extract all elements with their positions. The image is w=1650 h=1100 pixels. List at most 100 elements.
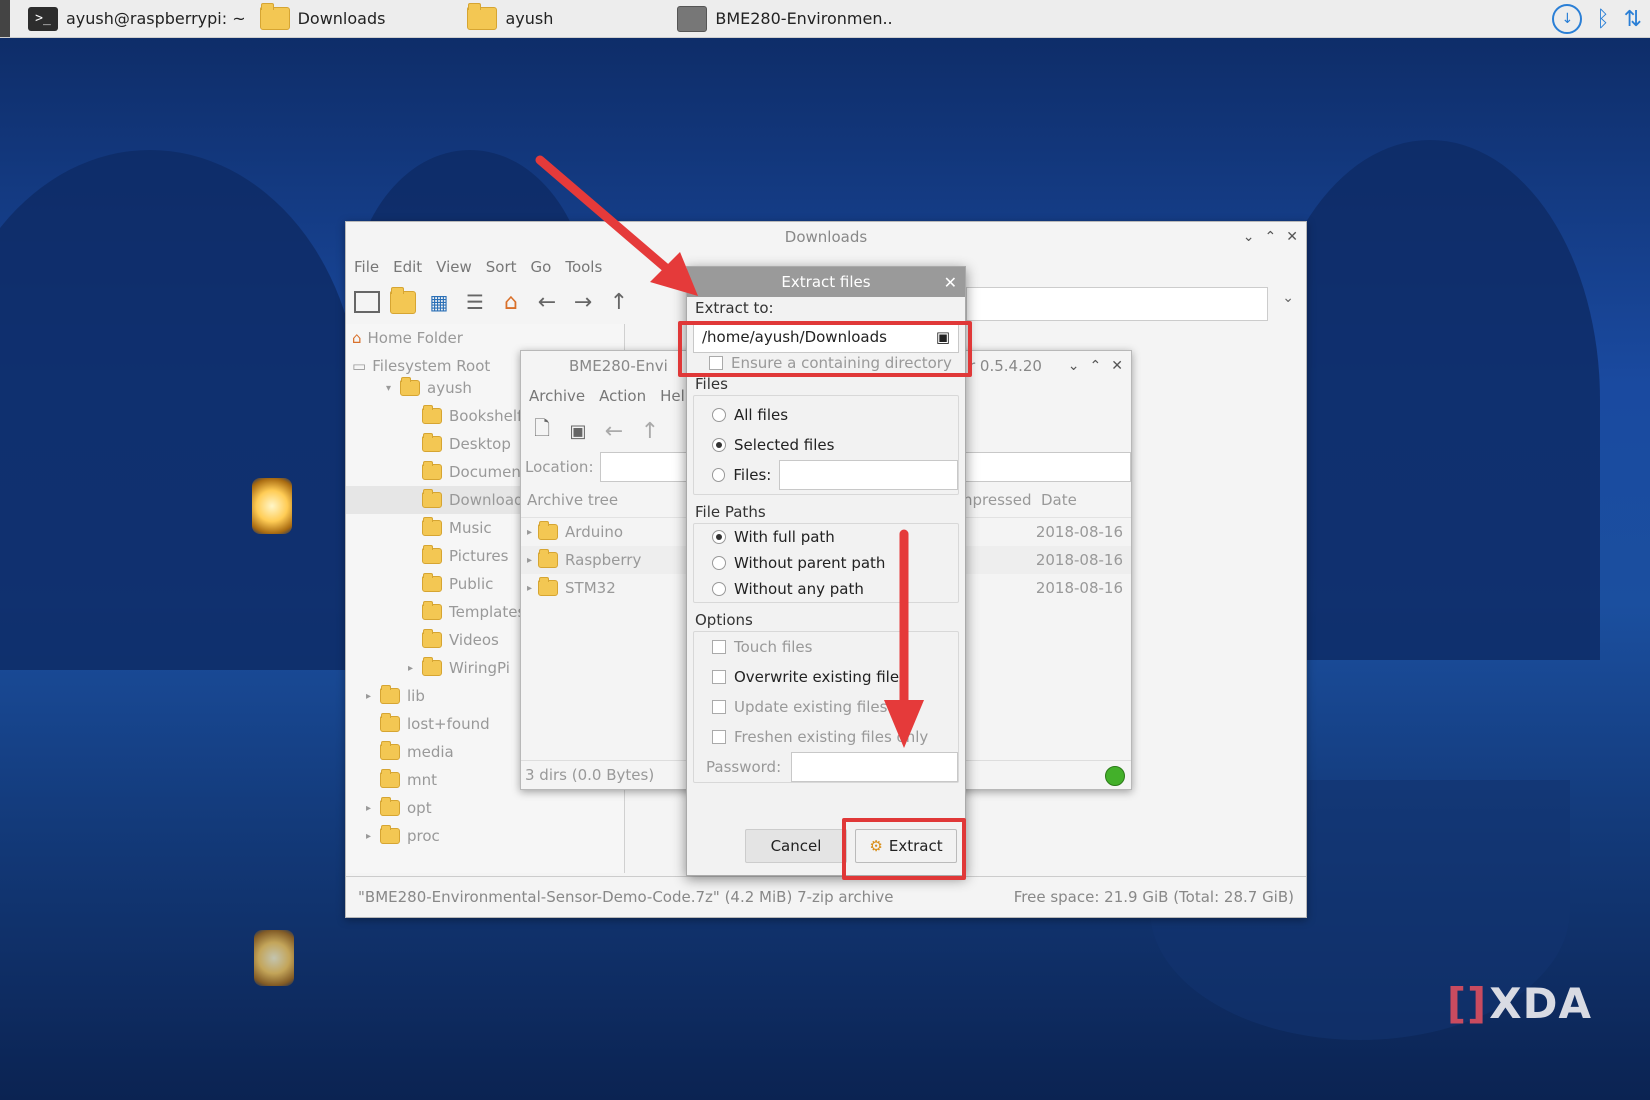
expander-icon[interactable]: ▸ xyxy=(366,803,380,814)
sidebar-item-label: opt xyxy=(407,799,432,817)
expander-icon[interactable]: ▸ xyxy=(408,663,422,674)
close-icon[interactable]: ✕ xyxy=(1286,229,1298,245)
sidebar-item-label: ayush xyxy=(427,379,472,397)
minimize-icon[interactable]: ⌄ xyxy=(1068,358,1080,374)
checkbox-overwrite[interactable]: Overwrite existing files xyxy=(694,662,958,692)
pane-icon[interactable] xyxy=(354,291,380,313)
options-section-label: Options xyxy=(695,611,753,629)
sidebar-item-proc[interactable]: ▸ proc xyxy=(346,822,624,850)
checkbox-touch-files[interactable]: Touch files xyxy=(694,632,958,662)
expander-icon[interactable]: ▸ xyxy=(527,527,532,538)
archiver-status: 3 dirs (0.0 Bytes) xyxy=(525,766,655,784)
menu-sort[interactable]: Sort xyxy=(486,258,517,276)
extract-to-field[interactable]: /home/ayush/Downloads ▣ xyxy=(693,321,959,353)
sidebar-item-label: Templates xyxy=(449,603,526,621)
download-icon[interactable]: ↓ xyxy=(1552,4,1583,34)
list-view-icon[interactable]: ☰ xyxy=(462,289,488,315)
expander-icon[interactable]: ▸ xyxy=(527,583,532,594)
menu-edit[interactable]: Edit xyxy=(393,258,422,276)
maximize-icon[interactable]: ⌃ xyxy=(1090,358,1102,374)
radio-without-any-path[interactable]: Without any path xyxy=(694,576,958,602)
radio-label: Selected files xyxy=(734,436,835,454)
back-icon[interactable]: ← xyxy=(534,289,560,315)
bluetooth-icon[interactable]: ᛒ xyxy=(1596,7,1609,32)
menu-action[interactable]: Action xyxy=(599,387,646,405)
expander-icon[interactable]: ▸ xyxy=(527,555,532,566)
taskbar-ayush[interactable]: ayush xyxy=(461,0,559,37)
dialog-buttons: Cancel ⚙ Extract xyxy=(687,829,965,863)
place-label: Filesystem Root xyxy=(372,357,491,375)
taskbar-archive[interactable]: BME280-Environmen.. xyxy=(671,0,898,37)
archive-tree-header: Archive tree xyxy=(527,491,619,509)
menu-file[interactable]: File xyxy=(354,258,379,276)
dialog-titlebar[interactable]: Extract files ✕ xyxy=(687,267,965,297)
menu-go[interactable]: Go xyxy=(531,258,552,276)
archive-row-name: Raspberry xyxy=(565,551,642,569)
folder-icon xyxy=(422,545,442,564)
open-archive-icon[interactable]: ▣ xyxy=(565,418,591,444)
place-home-folder[interactable]: ⌂ Home Folder xyxy=(346,324,624,352)
file-manager-titlebar[interactable]: Downloads ⌄ ⌃ ✕ xyxy=(346,222,1306,252)
menu-tools[interactable]: Tools xyxy=(565,258,602,276)
col-compressed-header[interactable]: npressed xyxy=(963,491,1031,509)
folder-icon xyxy=(422,405,442,424)
icon-view-icon[interactable]: ▦ xyxy=(426,289,452,315)
folder-icon xyxy=(380,741,400,760)
radio-full-path[interactable]: With full path xyxy=(694,524,958,550)
browse-folder-icon[interactable]: ▣ xyxy=(936,328,950,346)
checkbox-update[interactable]: Update existing files xyxy=(694,692,958,722)
close-icon[interactable]: ✕ xyxy=(944,267,957,297)
expander-icon[interactable]: ▸ xyxy=(366,691,380,702)
files-section-label: Files xyxy=(695,375,728,393)
archive-icon xyxy=(677,5,708,32)
status-selection: "BME280-Environmental-Sensor-Demo-Code.7… xyxy=(358,888,894,906)
radio-icon xyxy=(712,556,726,570)
expander-icon[interactable]: ▸ xyxy=(366,831,380,842)
folder-icon xyxy=(380,797,400,816)
path-dropdown-icon[interactable]: ⌄ xyxy=(1282,290,1294,306)
cancel-button[interactable]: Cancel xyxy=(745,829,847,863)
status-led-icon xyxy=(1105,766,1125,786)
up-icon[interactable]: ↑ xyxy=(606,289,632,315)
expander-icon[interactable]: ▾ xyxy=(386,383,400,394)
back-icon[interactable]: ← xyxy=(601,418,627,444)
radio-files-pattern[interactable]: Files: xyxy=(694,460,958,490)
taskbar-downloads[interactable]: Downloads xyxy=(254,0,392,37)
archive-row-date: 2018-08-16 xyxy=(1035,523,1123,541)
taskbar-terminal[interactable]: >_ ayush@raspberrypi: ~ xyxy=(22,0,252,37)
folder-icon xyxy=(538,521,559,540)
ensure-dir-checkbox[interactable]: Ensure a containing directory xyxy=(687,353,965,373)
path-bar[interactable] xyxy=(966,287,1268,321)
up-icon[interactable]: ↑ xyxy=(637,418,663,444)
minimize-icon[interactable]: ⌄ xyxy=(1243,229,1255,245)
radio-selected-files[interactable]: Selected files xyxy=(694,430,958,460)
files-group: All files Selected files Files: xyxy=(693,395,959,495)
new-archive-icon[interactable]: 🗋 xyxy=(529,416,555,444)
radio-without-parent-path[interactable]: Without parent path xyxy=(694,550,958,576)
col-date-header[interactable]: Date xyxy=(1041,491,1077,509)
bg-mountain-left xyxy=(0,150,360,670)
network-icon[interactable]: ⇅ xyxy=(1624,7,1642,32)
checkbox-freshen[interactable]: Freshen existing files only xyxy=(694,722,958,752)
extract-dialog: Extract files ✕ Extract to: /home/ayush/… xyxy=(686,266,966,876)
sidebar-item-opt[interactable]: ▸ opt xyxy=(346,794,624,822)
folder-icon xyxy=(422,433,442,452)
menu-help[interactable]: Hel xyxy=(660,387,685,405)
maximize-icon[interactable]: ⌃ xyxy=(1265,229,1277,245)
radio-all-files[interactable]: All files xyxy=(694,400,958,430)
menu-view[interactable]: View xyxy=(436,258,472,276)
password-input[interactable] xyxy=(791,752,958,782)
new-folder-icon[interactable] xyxy=(390,286,416,315)
extract-button[interactable]: ⚙ Extract xyxy=(855,829,957,863)
checkbox-label: Overwrite existing files xyxy=(734,668,907,686)
checkbox-label: Touch files xyxy=(734,638,813,656)
home-icon[interactable]: ⌂ xyxy=(498,289,524,315)
archive-row-date: 2018-08-16 xyxy=(1035,551,1123,569)
folder-icon xyxy=(400,377,420,396)
files-pattern-input[interactable] xyxy=(779,460,958,490)
forward-icon[interactable]: → xyxy=(570,289,596,315)
folder-icon xyxy=(422,601,442,620)
menu-archive[interactable]: Archive xyxy=(529,387,585,405)
close-icon[interactable]: ✕ xyxy=(1111,358,1123,374)
folder-icon xyxy=(380,685,400,704)
